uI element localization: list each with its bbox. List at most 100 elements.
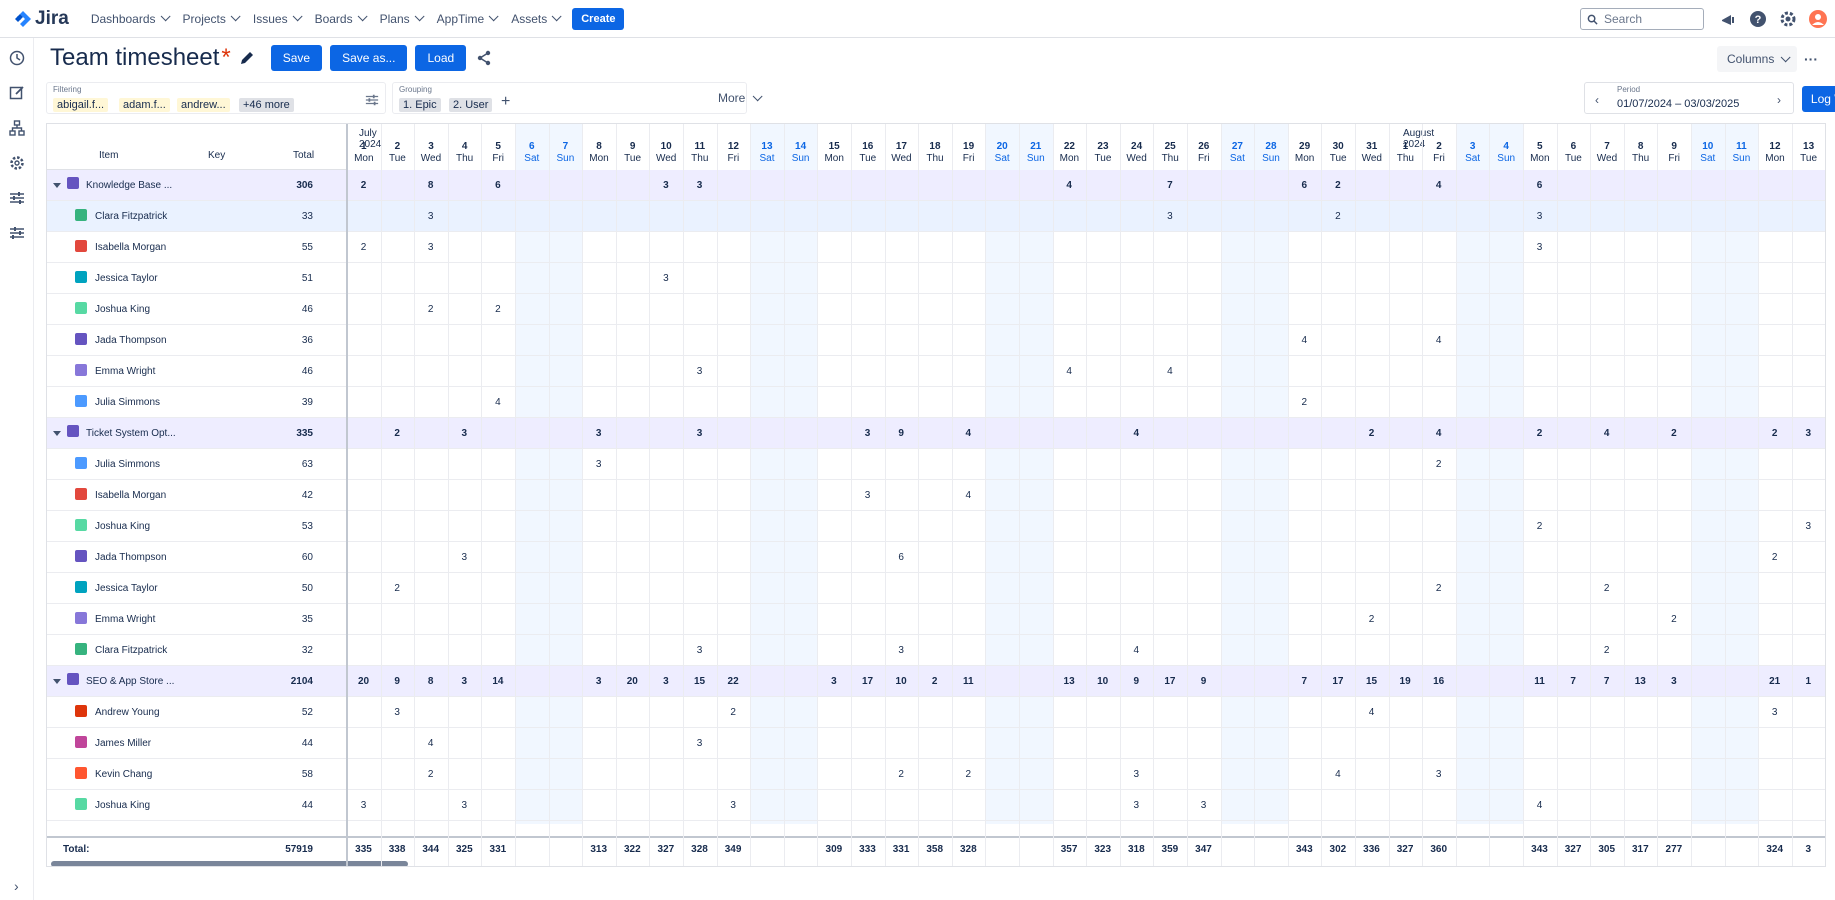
filtering-box[interactable]: Filtering abigail.f... adam.f... andrew.…	[46, 82, 386, 114]
collapse-icon[interactable]	[53, 183, 61, 188]
user-name[interactable]: James Miller	[95, 728, 151, 759]
user-name[interactable]: Jada Thompson	[95, 542, 167, 573]
collapse-icon[interactable]	[53, 679, 61, 684]
user-row[interactable]: Jada Thompson 36 4 4	[47, 325, 1825, 356]
filter-chip[interactable]: andrew...	[177, 98, 230, 112]
epic-name[interactable]: Knowledge Base ...	[86, 170, 172, 201]
time-cell[interactable]: 2	[1590, 635, 1623, 666]
time-cell[interactable]: 2	[1355, 604, 1388, 635]
time-cell[interactable]: 3	[381, 697, 414, 728]
nav-item[interactable]: Projects	[183, 11, 241, 26]
time-cell[interactable]: 2	[414, 294, 447, 325]
time-cell[interactable]: 2	[1523, 511, 1556, 542]
time-cell[interactable]: 10	[885, 666, 918, 697]
time-cell[interactable]: 3	[1153, 201, 1186, 232]
user-row[interactable]: Isabella Morgan 42 3 4	[47, 480, 1825, 511]
more-actions-button[interactable]: ···	[1799, 46, 1823, 72]
time-cell[interactable]: 2	[1758, 542, 1791, 573]
time-cell[interactable]: 9	[381, 666, 414, 697]
time-cell[interactable]: 4	[1288, 325, 1321, 356]
time-cell[interactable]: 8	[414, 666, 447, 697]
save-as-button[interactable]: Save as...	[330, 45, 408, 71]
time-cell[interactable]: 2	[381, 418, 414, 449]
time-cell[interactable]: 2	[347, 170, 380, 201]
time-cell[interactable]: 3	[851, 480, 884, 511]
user-row[interactable]: Joshua King 44 3 3 3 3 3 4	[47, 790, 1825, 821]
expand-icon[interactable]: ›	[14, 878, 19, 894]
time-cell[interactable]: 7	[1590, 666, 1623, 697]
epic-name[interactable]: Ticket System Opt...	[86, 418, 176, 449]
user-name[interactable]: Isabella Morgan	[95, 232, 166, 263]
time-cell[interactable]: 2	[885, 759, 918, 790]
time-cell[interactable]: 4	[1120, 418, 1153, 449]
time-cell[interactable]: 2	[1422, 449, 1455, 480]
edit-icon[interactable]	[9, 85, 25, 101]
time-cell[interactable]: 4	[952, 418, 985, 449]
chevron-left-icon[interactable]: ‹	[1595, 93, 1599, 107]
user-row[interactable]: Clara Fitzpatrick 33 3 3 2 3	[47, 201, 1825, 232]
time-cell[interactable]: 3	[817, 666, 850, 697]
time-cell[interactable]: 4	[1321, 759, 1354, 790]
time-cell[interactable]: 17	[1321, 666, 1354, 697]
filter-chip[interactable]: abigail.f...	[53, 98, 109, 112]
user-row[interactable]: Jada Thompson 60 3 6 2	[47, 542, 1825, 573]
nav-item[interactable]: Plans	[380, 11, 425, 26]
time-cell[interactable]: 3	[448, 790, 481, 821]
time-cell[interactable]: 3	[649, 666, 682, 697]
user-name[interactable]: Kevin Chang	[95, 759, 152, 790]
time-cell[interactable]: 4	[1422, 325, 1455, 356]
help-icon[interactable]: ?	[1747, 8, 1769, 30]
item-header[interactable]: Item	[99, 150, 118, 161]
user-row[interactable]: Julia Simmons 63 3 2	[47, 449, 1825, 480]
search-input[interactable]: Search	[1580, 8, 1704, 30]
time-cell[interactable]: 3	[683, 356, 716, 387]
time-cell[interactable]: 3	[1120, 759, 1153, 790]
time-cell[interactable]: 2	[952, 759, 985, 790]
time-cell[interactable]: 2	[1758, 418, 1791, 449]
time-cell[interactable]: 3	[448, 666, 481, 697]
time-cell[interactable]: 2	[717, 697, 750, 728]
time-cell[interactable]: 4	[1590, 418, 1623, 449]
time-cell[interactable]: 9	[1120, 666, 1153, 697]
time-cell[interactable]: 6	[885, 542, 918, 573]
save-button[interactable]: Save	[270, 45, 323, 71]
time-cell[interactable]: 13	[1053, 666, 1086, 697]
time-cell[interactable]: 2	[347, 232, 380, 263]
time-cell[interactable]: 2	[481, 294, 514, 325]
user-row[interactable]: Isabella Morgan 55 2 3 3	[47, 232, 1825, 263]
clock-icon[interactable]	[9, 50, 25, 66]
time-cell[interactable]: 2	[414, 759, 447, 790]
time-cell[interactable]: 6	[1523, 170, 1556, 201]
user-name[interactable]: Emma Wright	[95, 604, 155, 635]
user-name[interactable]: Joshua King	[95, 294, 150, 325]
nav-item[interactable]: AppTime	[437, 11, 499, 26]
time-cell[interactable]: 4	[1153, 356, 1186, 387]
time-cell[interactable]: 20	[616, 666, 649, 697]
user-row[interactable]: Emma Wright 35 2 2	[47, 604, 1825, 635]
time-cell[interactable]: 14	[481, 666, 514, 697]
user-name[interactable]: Clara Fitzpatrick	[95, 635, 167, 666]
user-name[interactable]: Jessica Taylor	[95, 263, 158, 294]
time-cell[interactable]: 2	[1321, 201, 1354, 232]
time-cell[interactable]: 1	[1792, 666, 1825, 697]
group-chip[interactable]: 2. User	[449, 98, 493, 112]
time-cell[interactable]: 17	[1153, 666, 1186, 697]
user-row[interactable]: Julia Simmons 39 4 2	[47, 387, 1825, 418]
user-name[interactable]: Clara Fitzpatrick	[95, 201, 167, 232]
time-cell[interactable]: 2	[1590, 573, 1623, 604]
time-cell[interactable]: 3	[1187, 790, 1220, 821]
group-chip[interactable]: 1. Epic	[399, 98, 441, 112]
user-name[interactable]: Jada Thompson	[95, 325, 167, 356]
collapse-icon[interactable]	[53, 431, 61, 436]
time-cell[interactable]: 3	[448, 542, 481, 573]
time-cell[interactable]: 2	[1288, 387, 1321, 418]
user-row[interactable]: Emma Wright 46 3 4 4	[47, 356, 1825, 387]
nav-item[interactable]: Issues	[253, 11, 303, 26]
time-cell[interactable]: 3	[683, 170, 716, 201]
user-name[interactable]: Jessica Taylor	[95, 573, 158, 604]
user-row[interactable]: Kevin Chang 58 2 2 2 3 4 3	[47, 759, 1825, 790]
time-cell[interactable]: 3	[448, 418, 481, 449]
more-dropdown[interactable]: More	[718, 90, 763, 105]
user-row[interactable]: James Miller 44 4 3	[47, 728, 1825, 759]
time-cell[interactable]: 3	[414, 201, 447, 232]
